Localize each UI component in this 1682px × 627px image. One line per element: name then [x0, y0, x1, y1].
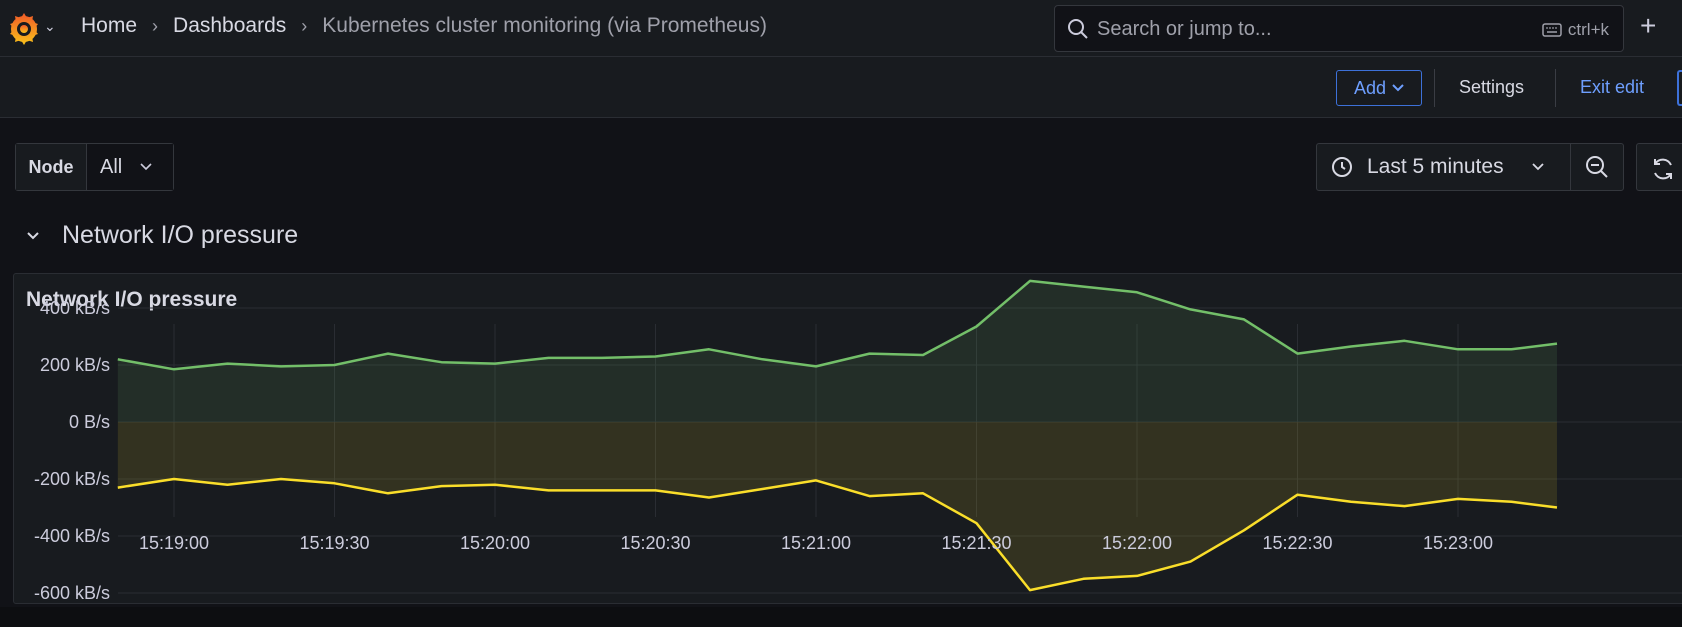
- search-icon: [1068, 19, 1088, 39]
- breadcrumb-dashboards[interactable]: Dashboards: [173, 14, 286, 38]
- y-tick-label: -600 kB/s: [34, 583, 110, 603]
- grafana-logo-icon[interactable]: [6, 10, 42, 46]
- divider: [1434, 69, 1435, 107]
- y-tick-label: -400 kB/s: [34, 526, 110, 546]
- variable-label: Node: [16, 144, 87, 190]
- x-tick-label: 15:22:00: [1102, 533, 1172, 553]
- refresh-icon: [1654, 158, 1672, 180]
- series-area-0: [117, 280, 1557, 422]
- network-io-chart[interactable]: 600 kB/s400 kB/s200 kB/s0 B/s-200 kB/s-4…: [14, 274, 1682, 605]
- chevron-right-icon: ›: [301, 15, 308, 36]
- x-tick-label: 15:19:00: [139, 533, 209, 553]
- page-bottom-area: [0, 607, 1682, 627]
- zoom-out-button[interactable]: [1571, 144, 1623, 190]
- divider: [1555, 69, 1556, 107]
- y-tick-label: 400 kB/s: [40, 298, 110, 318]
- y-tick-label: 0 B/s: [69, 412, 110, 432]
- x-tick-label: 15:21:30: [941, 533, 1011, 553]
- add-button[interactable]: Add: [1336, 70, 1422, 106]
- clock-icon: [1332, 157, 1352, 177]
- time-range-picker: Last 5 minutes: [1316, 143, 1624, 191]
- node-variable-picker: Node All: [15, 143, 174, 191]
- keyboard-shortcut-hint: ctrl+k: [1542, 20, 1609, 40]
- timeseries-panel[interactable]: Network I/O pressure 600 kB/s400 kB/s200…: [13, 273, 1682, 604]
- x-tick-label: 15:21:00: [781, 533, 851, 553]
- plus-icon[interactable]: +: [1640, 10, 1656, 42]
- top-navbar: ⌄ Home › Dashboards › Kubernetes cluster…: [0, 0, 1682, 57]
- chevron-down-icon[interactable]: ⌄: [44, 18, 56, 35]
- breadcrumb: Home › Dashboards › Kubernetes cluster m…: [81, 14, 767, 38]
- x-tick-label: 15:20:00: [460, 533, 530, 553]
- search-input[interactable]: Search or jump to... ctrl+k: [1054, 5, 1624, 52]
- exit-edit-button[interactable]: Exit edit: [1580, 77, 1644, 98]
- add-button-label: Add: [1353, 77, 1387, 98]
- x-tick-label: 15:19:30: [299, 533, 369, 553]
- search-shortcut: ctrl+k: [1567, 20, 1609, 39]
- variable-value: All: [100, 155, 123, 178]
- save-dashboard-button[interactable]: [1677, 70, 1682, 106]
- row-header[interactable]: Network I/O pressure: [26, 221, 298, 250]
- x-tick-label: 15:22:30: [1262, 533, 1332, 553]
- settings-button[interactable]: Settings: [1459, 77, 1524, 98]
- breadcrumb-current-dashboard: Kubernetes cluster monitoring (via Prome…: [322, 14, 767, 37]
- x-tick-label: 15:23:00: [1423, 533, 1493, 553]
- y-tick-label: 200 kB/s: [40, 355, 110, 375]
- node-variable-select[interactable]: All: [87, 144, 173, 190]
- chevron-down-icon[interactable]: [26, 231, 40, 240]
- refresh-button[interactable]: [1636, 143, 1682, 191]
- row-title: Network I/O pressure: [62, 221, 299, 249]
- zoom-out-icon: [1586, 156, 1608, 178]
- chevron-down-icon: [1392, 84, 1404, 92]
- dashboard-toolbar: Add Settings Exit edit: [0, 57, 1682, 118]
- keyboard-icon: [1542, 23, 1562, 37]
- breadcrumb-home[interactable]: Home: [81, 14, 137, 38]
- chevron-right-icon: ›: [152, 15, 159, 36]
- search-placeholder: Search or jump to...: [1097, 18, 1272, 40]
- series-area-1: [117, 422, 1557, 591]
- y-tick-label: -200 kB/s: [34, 469, 110, 489]
- time-range-label: Last 5 minutes: [1367, 155, 1504, 178]
- x-tick-label: 15:20:30: [620, 533, 690, 553]
- chevron-down-icon: [140, 163, 152, 171]
- chevron-down-icon: [1531, 163, 1544, 171]
- time-range-button[interactable]: Last 5 minutes: [1317, 144, 1572, 190]
